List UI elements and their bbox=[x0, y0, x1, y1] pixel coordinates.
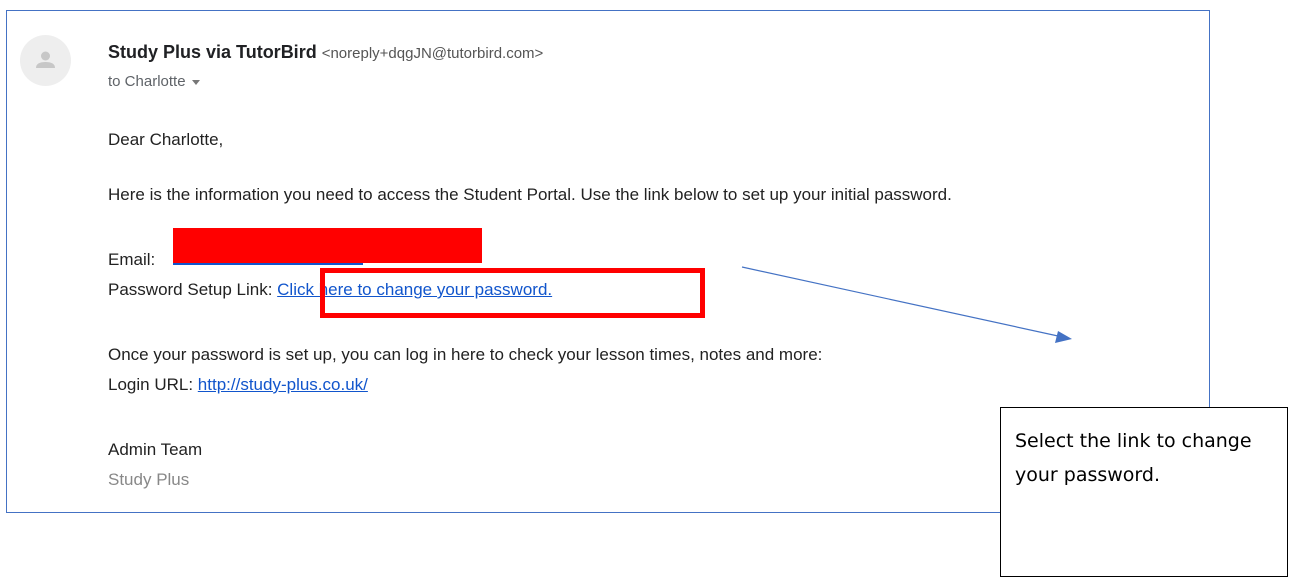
link-highlight-box bbox=[320, 268, 705, 318]
setup-label: Password Setup Link: bbox=[108, 280, 273, 299]
person-icon bbox=[36, 51, 55, 68]
sender-name: Study Plus via TutorBird bbox=[108, 42, 317, 62]
caret-down-icon[interactable] bbox=[191, 79, 200, 85]
login-row: Login URL: http://study-plus.co.uk/ bbox=[108, 375, 368, 395]
signature-company: Study Plus bbox=[108, 470, 190, 489]
annotation-callout: Select the link to change your password. bbox=[1000, 407, 1288, 577]
sender-email: <noreply+dqgJN@tutorbird.com> bbox=[321, 45, 544, 62]
redacted-email-underline bbox=[173, 263, 363, 265]
recipient-label: to Charlotte bbox=[108, 73, 186, 90]
sender-line: Study Plus via TutorBird <noreply+dqgJN@… bbox=[108, 42, 543, 63]
login-intro: Once your password is set up, you can lo… bbox=[108, 345, 823, 364]
intro-text: Here is the information you need to acce… bbox=[108, 185, 952, 204]
login-label: Login URL: bbox=[108, 375, 194, 394]
email-label: Email: bbox=[108, 250, 156, 269]
email-row: Email: bbox=[108, 250, 155, 270]
greeting: Dear Charlotte, bbox=[108, 130, 224, 149]
signature-team: Admin Team bbox=[108, 440, 203, 459]
sender-avatar bbox=[20, 35, 71, 86]
recipient-line[interactable]: to Charlotte bbox=[108, 73, 200, 90]
redaction-box bbox=[173, 228, 482, 263]
login-url-link[interactable]: http://study-plus.co.uk/ bbox=[198, 375, 368, 394]
